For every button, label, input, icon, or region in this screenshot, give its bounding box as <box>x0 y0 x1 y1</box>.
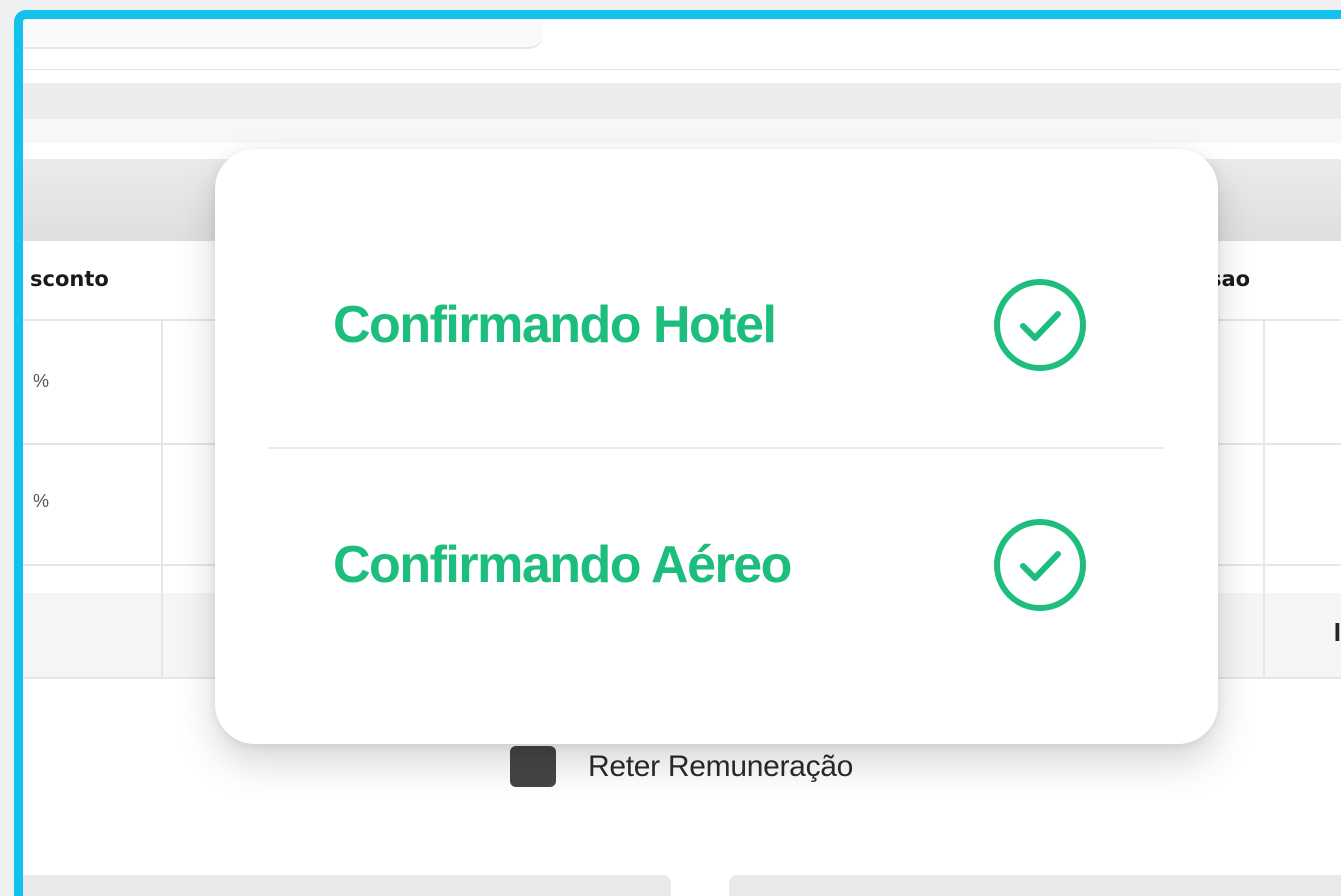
status-item-hotel: Confirmando Hotel <box>215 265 1218 385</box>
toolbar-band <box>23 83 1341 119</box>
retain-remuneration-label: Reter Remuneração <box>588 749 854 783</box>
confirmation-modal: Confirmando Hotel Confirmando Aéreo <box>215 149 1218 744</box>
top-input-field[interactable] <box>23 19 543 49</box>
clipped-cell-text: I <box>1333 617 1341 647</box>
column-header-discount: sconto <box>30 267 109 291</box>
footer-button-left[interactable] <box>23 875 671 896</box>
modal-divider <box>268 447 1164 449</box>
status-label-flight: Confirmando Aéreo <box>333 536 792 594</box>
check-circle-icon <box>994 519 1086 611</box>
retain-remuneration-option[interactable]: Reter Remuneração <box>510 746 853 787</box>
divider <box>23 69 1341 70</box>
discount-cell: % <box>33 371 50 391</box>
footer-button-right[interactable] <box>729 875 1341 896</box>
column-divider <box>1263 319 1265 677</box>
status-item-flight: Confirmando Aéreo <box>215 505 1218 625</box>
column-divider <box>161 319 163 677</box>
discount-cell: % <box>33 491 50 511</box>
check-circle-icon <box>994 279 1086 371</box>
retain-remuneration-checkbox[interactable] <box>510 746 556 787</box>
subtoolbar-band <box>23 119 1341 143</box>
status-label-hotel: Confirmando Hotel <box>333 296 777 354</box>
